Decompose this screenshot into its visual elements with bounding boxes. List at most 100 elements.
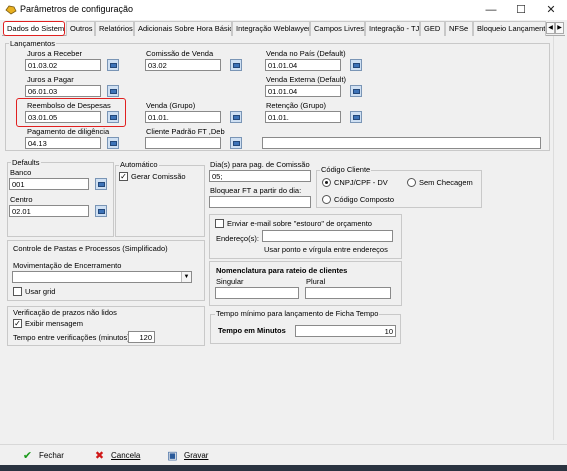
fechar-button[interactable]: ✔ Fechar: [12, 448, 72, 465]
tab-nfse[interactable]: NFSe: [445, 21, 473, 36]
centro-label: Centro: [10, 195, 33, 204]
cancelar-label: Cancela: [111, 451, 141, 460]
fechar-label: Fechar: [39, 451, 64, 460]
dias-input[interactable]: 05;: [209, 170, 311, 182]
pastas-title: Controle de Pastas e Processos (Simplifi…: [13, 244, 168, 253]
tab-relatorios[interactable]: Relatórios: [95, 21, 134, 36]
lookup-icon[interactable]: [350, 59, 362, 71]
gravar-button[interactable]: ▣ Gravar: [157, 448, 222, 465]
singular-label: Singular: [216, 277, 244, 286]
comissao-venda-input[interactable]: 03.02: [145, 59, 221, 71]
cliente-padrao-label: Cliente Padrão FT ,Deb: [146, 127, 225, 136]
check-icon: ✔: [22, 450, 33, 462]
prazos-title: Verificação de prazos não lidos: [13, 308, 117, 317]
cliente-padrao-input[interactable]: [145, 137, 221, 149]
enviar-email-label: Enviar e-mail sobre "estouro" de orçamen…: [227, 219, 372, 228]
exibir-mensagem-label: Exibir mensagem: [25, 319, 83, 328]
enviar-email-checkbox[interactable]: [215, 219, 224, 228]
cancelar-button[interactable]: ✖ Cancela: [84, 448, 149, 465]
mov-encerramento-label: Movimentação de Encerramento: [13, 261, 122, 270]
mov-encerramento-select[interactable]: [12, 271, 192, 283]
cnpj-label: CNPJ/CPF - DV: [334, 178, 388, 187]
banco-input[interactable]: 001: [9, 178, 89, 190]
tab-scroll-right-icon[interactable]: ▶: [555, 22, 564, 34]
lookup-icon[interactable]: [95, 205, 107, 217]
tempo-minutos-input[interactable]: 10: [295, 325, 396, 337]
venda-pais-input[interactable]: 01.01.04: [265, 59, 341, 71]
lookup-icon[interactable]: [107, 111, 119, 123]
endereco-hint: Usar ponto e vírgula entre endereços: [264, 245, 388, 254]
pagamento-label: Pagamento de diligência: [27, 127, 110, 136]
reembolso-label: Reembolso de Despesas: [27, 101, 111, 110]
lookup-icon[interactable]: [230, 137, 242, 149]
lancamentos-title: Lançamentos: [9, 39, 57, 48]
tab-dados-do-sistema[interactable]: Dados do Sistema: [3, 21, 65, 36]
lookup-icon[interactable]: [107, 59, 119, 71]
juros-pagar-input[interactable]: 06.01.03: [25, 85, 101, 97]
lookup-icon[interactable]: [230, 59, 242, 71]
centro-input[interactable]: 02.01: [9, 205, 89, 217]
usar-grid-checkbox[interactable]: [13, 287, 22, 296]
singular-input[interactable]: [215, 287, 299, 299]
tab-integracao-tj[interactable]: Integração - TJ: [365, 21, 420, 36]
venda-grupo-label: Venda (Grupo): [146, 101, 196, 110]
nomenclatura-title: Nomenclatura para rateio de clientes: [216, 266, 348, 275]
gravar-label: Gravar: [184, 451, 209, 460]
usar-grid-label: Usar grid: [25, 287, 56, 296]
juros-receber-input[interactable]: 01.03.02: [25, 59, 101, 71]
save-icon: ▣: [167, 450, 178, 462]
reembolso-input[interactable]: 03.01.05: [25, 111, 101, 123]
defaults-title: Defaults: [11, 158, 41, 167]
tempo-ficha-title: Tempo mínimo para lançamento de Ficha Te…: [215, 309, 380, 318]
lookup-icon[interactable]: [107, 137, 119, 149]
cnpj-radio[interactable]: [322, 178, 331, 187]
endereco-input[interactable]: [262, 230, 393, 242]
exibir-mensagem-checkbox[interactable]: ✓: [13, 319, 22, 328]
tempo-verificacoes-input[interactable]: 120: [128, 331, 155, 343]
juros-pagar-label: Juros a Pagar: [27, 75, 74, 84]
title-bar: Parâmetros de configuração — ☐ ✕: [0, 0, 567, 20]
tab-bloqueio[interactable]: Bloqueio Lançament...: [473, 21, 546, 36]
maximize-button[interactable]: ☐: [506, 0, 536, 20]
app-icon: [5, 4, 17, 15]
automatico-title: Automático: [119, 160, 159, 169]
venda-externa-label: Venda Externa (Default): [266, 75, 347, 84]
tab-outros[interactable]: Outros: [66, 21, 95, 36]
pagamento-input[interactable]: 04.13: [25, 137, 101, 149]
lookup-icon[interactable]: [350, 111, 362, 123]
tab-scroll-left-icon[interactable]: ◀: [546, 22, 555, 34]
plural-input[interactable]: [305, 287, 391, 299]
tab-integracao-weblawyer[interactable]: Integração Weblawyer: [232, 21, 310, 36]
extra-input[interactable]: [262, 137, 541, 149]
minimize-button[interactable]: —: [476, 0, 506, 20]
venda-externa-input[interactable]: 01.01.04: [265, 85, 341, 97]
codigo-cliente-title: Código Cliente: [320, 165, 372, 174]
retencao-input[interactable]: 01.01.: [265, 111, 341, 123]
codigo-composto-radio[interactable]: [322, 195, 331, 204]
tab-adicionais[interactable]: Adicionais Sobre Hora Básica: [134, 21, 232, 36]
sem-checagem-radio[interactable]: [407, 178, 416, 187]
bloquear-label: Bloquear FT a partir do dia:: [210, 186, 302, 195]
venda-grupo-input[interactable]: 01.01.: [145, 111, 221, 123]
tempo-verificacoes-label: Tempo entre verificações (minutos):: [13, 333, 132, 342]
tab-campos-livres[interactable]: Campos Livres: [310, 21, 365, 36]
taskbar: [0, 465, 567, 471]
gerar-comissao-checkbox[interactable]: ✓: [119, 172, 128, 181]
tab-ged[interactable]: GED: [420, 21, 445, 36]
cancel-icon: ✖: [94, 450, 105, 462]
close-button[interactable]: ✕: [536, 0, 566, 20]
lookup-icon[interactable]: [230, 111, 242, 123]
chevron-down-icon[interactable]: ▼: [181, 272, 191, 282]
plural-label: Plural: [306, 277, 326, 286]
window-title: Parâmetros de configuração: [20, 4, 134, 14]
juros-receber-label: Juros a Receber: [27, 49, 83, 58]
endereco-label: Endereço(s):: [216, 234, 259, 243]
lookup-icon[interactable]: [107, 85, 119, 97]
vertical-scrollbar[interactable]: [553, 36, 565, 440]
lookup-icon[interactable]: [350, 85, 362, 97]
gerar-comissao-label: Gerar Comissão: [131, 172, 186, 181]
banco-label: Banco: [10, 168, 32, 177]
bloquear-input[interactable]: [209, 196, 311, 208]
lookup-icon[interactable]: [95, 178, 107, 190]
sem-checagem-label: Sem Checagem: [419, 178, 473, 187]
